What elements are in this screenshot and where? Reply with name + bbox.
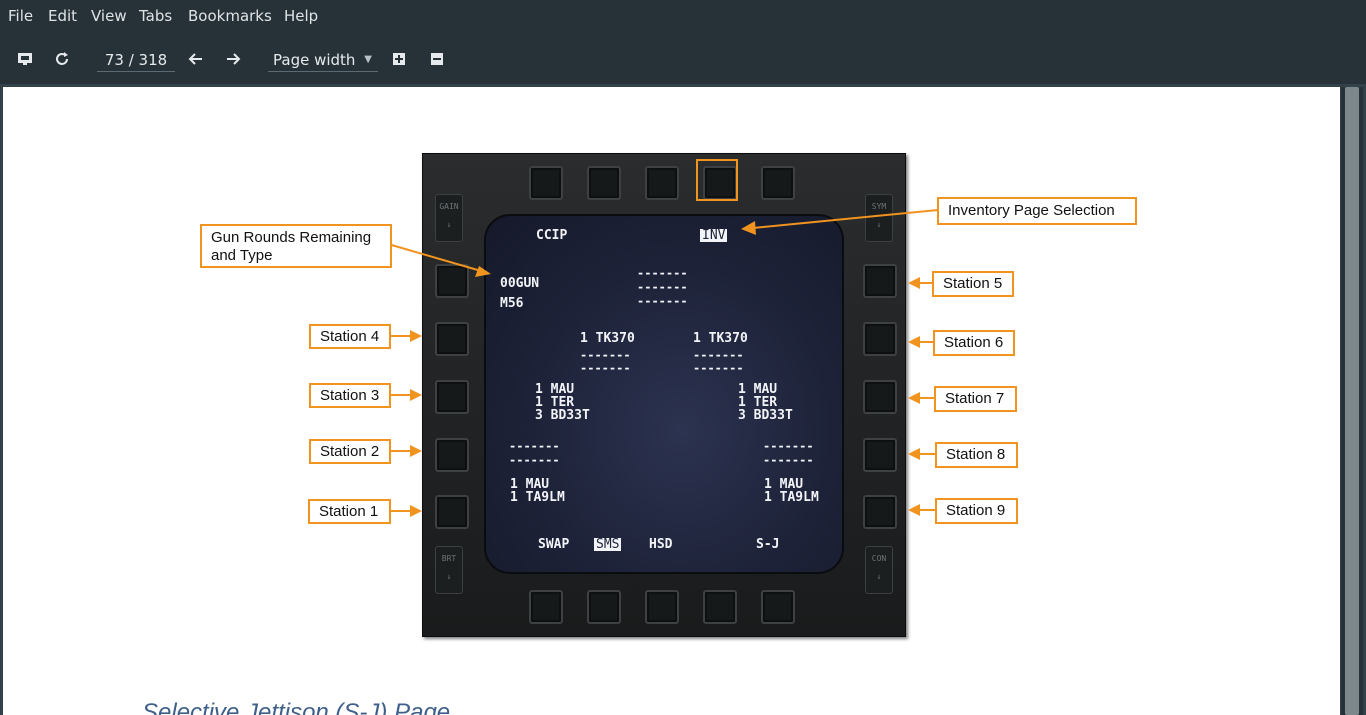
callout-station-2: Station 2 <box>309 439 391 464</box>
zoom-in-icon[interactable] <box>390 50 408 68</box>
callout-gun-rounds: Gun Rounds Remaining and Type <box>200 224 392 268</box>
document-viewport[interactable]: GAIN ↓ SYM ↓ BRT ↓ CON ↓ CCIP INV 00GUN … <box>0 84 1366 715</box>
zoom-select[interactable]: Page width ▼ <box>268 49 378 72</box>
vertical-scrollbar[interactable] <box>1341 87 1363 715</box>
back-arrow-icon[interactable] <box>187 50 205 68</box>
chevron-down-icon: ▼ <box>364 54 372 65</box>
menu-help[interactable]: Help <box>284 7 318 25</box>
present-icon[interactable] <box>16 50 34 68</box>
menu-tabs[interactable]: Tabs <box>139 7 172 25</box>
section-heading: Selective Jettison (S-J) Page <box>142 699 451 715</box>
callout-station-8: Station 8 <box>935 442 1018 468</box>
scrollbar-thumb[interactable] <box>1345 87 1359 715</box>
callout-station-4: Station 4 <box>309 324 391 349</box>
menu-view[interactable]: View <box>91 7 127 25</box>
zoom-out-icon[interactable] <box>428 50 446 68</box>
page-number-input[interactable]: 73 / 318 <box>97 49 175 72</box>
zoom-value: Page width <box>273 51 356 69</box>
callout-gun-rounds-line-1: Gun Rounds Remaining <box>211 229 372 246</box>
document-page: GAIN ↓ SYM ↓ BRT ↓ CON ↓ CCIP INV 00GUN … <box>3 87 1340 715</box>
callout-station-3: Station 3 <box>309 383 391 408</box>
menu-bookmarks[interactable]: Bookmarks <box>188 7 272 25</box>
callout-station-1: Station 1 <box>308 499 391 524</box>
callout-station-9: Station 9 <box>935 498 1018 524</box>
callout-station-6: Station 6 <box>933 330 1015 356</box>
toolbar: 73 / 318 Page width ▼ <box>0 32 1366 84</box>
callout-station-5: Station 5 <box>932 271 1014 297</box>
callout-inventory: Inventory Page Selection <box>937 197 1137 225</box>
forward-arrow-icon[interactable] <box>224 50 242 68</box>
reload-icon[interactable] <box>53 50 71 68</box>
callout-gun-rounds-line-2: and Type <box>211 247 273 264</box>
callout-arrows <box>387 209 939 517</box>
menu-edit[interactable]: Edit <box>48 7 77 25</box>
menu-file[interactable]: File <box>8 7 33 25</box>
callout-station-7: Station 7 <box>934 386 1017 412</box>
menu-bar: File Edit View Tabs Bookmarks Help <box>0 0 1366 32</box>
